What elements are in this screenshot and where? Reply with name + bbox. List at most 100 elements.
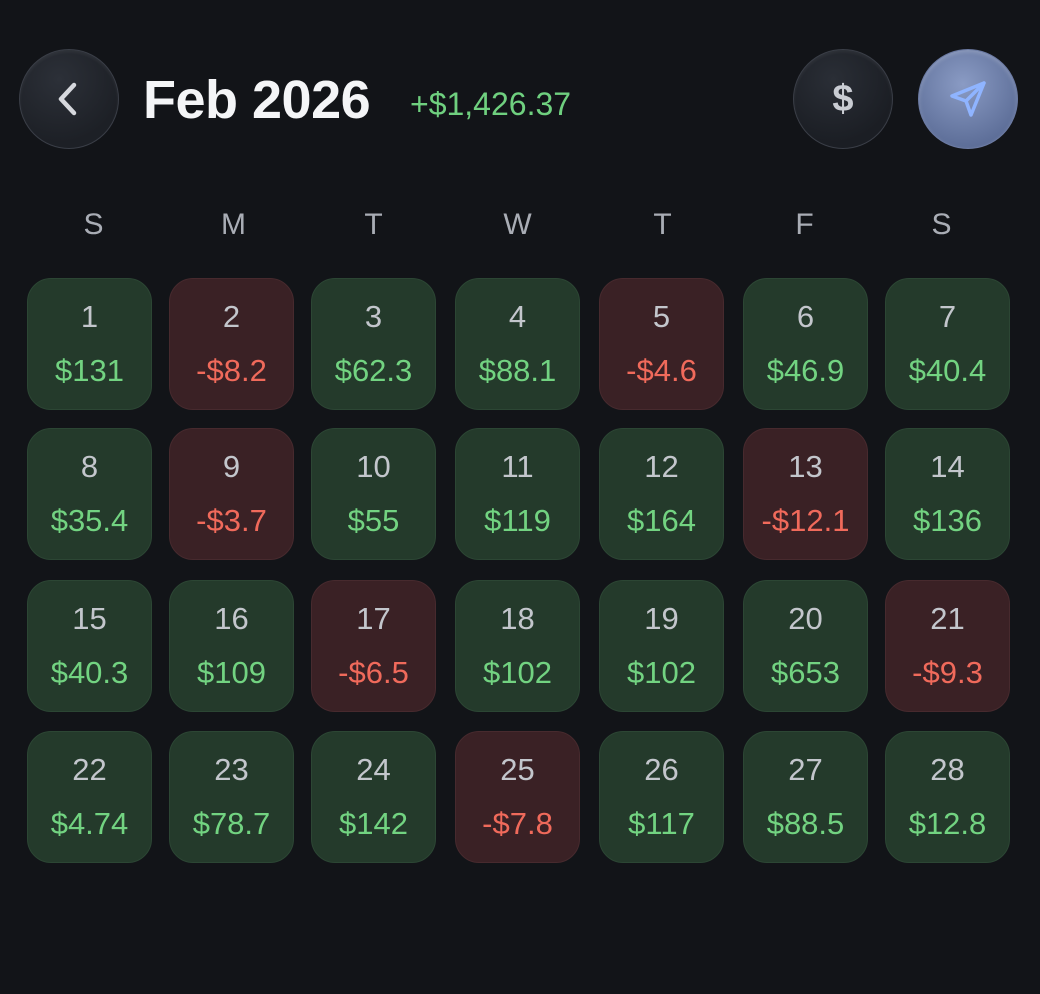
day-number: 15 bbox=[72, 601, 107, 636]
day-cell-21[interactable]: 21 -$9.3 bbox=[885, 580, 1010, 712]
weekday-label: S bbox=[83, 208, 104, 241]
day-amount: -$4.6 bbox=[626, 353, 697, 388]
back-button[interactable] bbox=[19, 49, 119, 149]
send-icon bbox=[950, 81, 986, 117]
day-number: 14 bbox=[930, 449, 965, 484]
day-number: 13 bbox=[788, 449, 823, 484]
day-cell-23[interactable]: 23 $78.7 bbox=[169, 731, 294, 863]
weekday-row: S M T W T F S bbox=[19, 200, 1019, 250]
day-cell-18[interactable]: 18 $102 bbox=[455, 580, 580, 712]
day-cell-5[interactable]: 5 -$4.6 bbox=[599, 278, 724, 410]
day-cell-14[interactable]: 14 $136 bbox=[885, 428, 1010, 560]
day-amount: $40.4 bbox=[908, 353, 987, 388]
chevron-left-icon bbox=[58, 82, 77, 116]
day-number: 6 bbox=[796, 299, 815, 334]
day-cell-24[interactable]: 24 $142 bbox=[311, 731, 436, 863]
month-title: Feb 2026 bbox=[143, 70, 371, 130]
day-number: 16 bbox=[214, 601, 249, 636]
day-cell-13[interactable]: 13 -$12.1 bbox=[743, 428, 868, 560]
weekday-label: T bbox=[653, 208, 672, 241]
day-cell-8[interactable]: 8 $35.4 bbox=[27, 428, 152, 560]
day-cell-10[interactable]: 10 $55 bbox=[311, 428, 436, 560]
day-number: 2 bbox=[222, 299, 241, 334]
day-number: 1 bbox=[80, 299, 99, 334]
day-amount: $78.7 bbox=[192, 806, 271, 841]
day-amount: $62.3 bbox=[334, 353, 413, 388]
day-number: 8 bbox=[80, 449, 99, 484]
day-number: 4 bbox=[508, 299, 527, 334]
day-number: 3 bbox=[364, 299, 383, 334]
day-amount: -$8.2 bbox=[196, 353, 267, 388]
weekday-label: T bbox=[364, 208, 383, 241]
day-number: 12 bbox=[644, 449, 679, 484]
day-amount: $46.9 bbox=[766, 353, 845, 388]
send-button[interactable] bbox=[918, 49, 1018, 149]
day-cell-17[interactable]: 17 -$6.5 bbox=[311, 580, 436, 712]
day-amount: $12.8 bbox=[908, 806, 987, 841]
day-cell-25[interactable]: 25 -$7.8 bbox=[455, 731, 580, 863]
day-number: 11 bbox=[501, 449, 534, 484]
day-amount: $55 bbox=[347, 503, 400, 538]
day-cell-15[interactable]: 15 $40.3 bbox=[27, 580, 152, 712]
day-number: 24 bbox=[356, 752, 391, 787]
day-amount: $136 bbox=[913, 503, 982, 538]
day-number: 10 bbox=[356, 449, 391, 484]
day-cell-20[interactable]: 20 $653 bbox=[743, 580, 868, 712]
day-cell-19[interactable]: 19 $102 bbox=[599, 580, 724, 712]
day-number: 19 bbox=[644, 601, 679, 636]
day-cell-7[interactable]: 7 $40.4 bbox=[885, 278, 1010, 410]
day-amount: $164 bbox=[627, 503, 696, 538]
day-cell-27[interactable]: 27 $88.5 bbox=[743, 731, 868, 863]
day-number: 28 bbox=[930, 752, 965, 787]
day-cell-26[interactable]: 26 $117 bbox=[599, 731, 724, 863]
day-number: 27 bbox=[788, 752, 823, 787]
day-amount: $131 bbox=[55, 353, 124, 388]
month-total: +$1,426.37 bbox=[410, 86, 572, 122]
day-number: 9 bbox=[222, 449, 241, 484]
dollar-icon: $ bbox=[832, 78, 854, 120]
day-number: 25 bbox=[500, 752, 535, 787]
day-cell-3[interactable]: 3 $62.3 bbox=[311, 278, 436, 410]
day-cell-16[interactable]: 16 $109 bbox=[169, 580, 294, 712]
day-cell-22[interactable]: 22 $4.74 bbox=[27, 731, 152, 863]
day-cell-11[interactable]: 11 $119 bbox=[455, 428, 580, 560]
day-number: 7 bbox=[938, 299, 957, 334]
weekday-label: S bbox=[931, 208, 952, 241]
day-amount: $117 bbox=[628, 806, 695, 841]
day-amount: $119 bbox=[484, 503, 551, 538]
day-amount: $88.1 bbox=[478, 353, 557, 388]
day-number: 26 bbox=[644, 752, 679, 787]
day-amount: $102 bbox=[483, 655, 552, 690]
day-amount: $653 bbox=[771, 655, 840, 690]
day-amount: -$6.5 bbox=[338, 655, 409, 690]
day-cell-4[interactable]: 4 $88.1 bbox=[455, 278, 580, 410]
day-amount: $4.74 bbox=[50, 806, 129, 841]
day-cell-2[interactable]: 2 -$8.2 bbox=[169, 278, 294, 410]
day-number: 20 bbox=[788, 601, 823, 636]
weekday-label: F bbox=[795, 208, 814, 241]
day-number: 22 bbox=[72, 752, 107, 787]
day-number: 23 bbox=[214, 752, 249, 787]
day-number: 21 bbox=[930, 601, 965, 636]
day-amount: -$7.8 bbox=[482, 806, 553, 841]
weekday-label: W bbox=[503, 208, 532, 241]
day-cell-6[interactable]: 6 $46.9 bbox=[743, 278, 868, 410]
day-amount: $102 bbox=[627, 655, 696, 690]
calendar-header: Feb 2026 +$1,426.37 $ bbox=[0, 0, 1040, 200]
day-cell-12[interactable]: 12 $164 bbox=[599, 428, 724, 560]
day-amount: $88.5 bbox=[766, 806, 845, 841]
day-number: 18 bbox=[500, 601, 535, 636]
day-cell-1[interactable]: 1 $131 bbox=[27, 278, 152, 410]
currency-button[interactable]: $ bbox=[793, 49, 893, 149]
day-amount: -$9.3 bbox=[912, 655, 983, 690]
day-amount: $109 bbox=[197, 655, 266, 690]
day-amount: $142 bbox=[339, 806, 408, 841]
day-amount: -$12.1 bbox=[761, 503, 850, 538]
weekday-label: M bbox=[221, 208, 246, 241]
day-number: 5 bbox=[652, 299, 671, 334]
day-cell-28[interactable]: 28 $12.8 bbox=[885, 731, 1010, 863]
day-number: 17 bbox=[356, 601, 391, 636]
day-cell-9[interactable]: 9 -$3.7 bbox=[169, 428, 294, 560]
day-amount: -$3.7 bbox=[196, 503, 267, 538]
day-amount: $40.3 bbox=[50, 655, 129, 690]
